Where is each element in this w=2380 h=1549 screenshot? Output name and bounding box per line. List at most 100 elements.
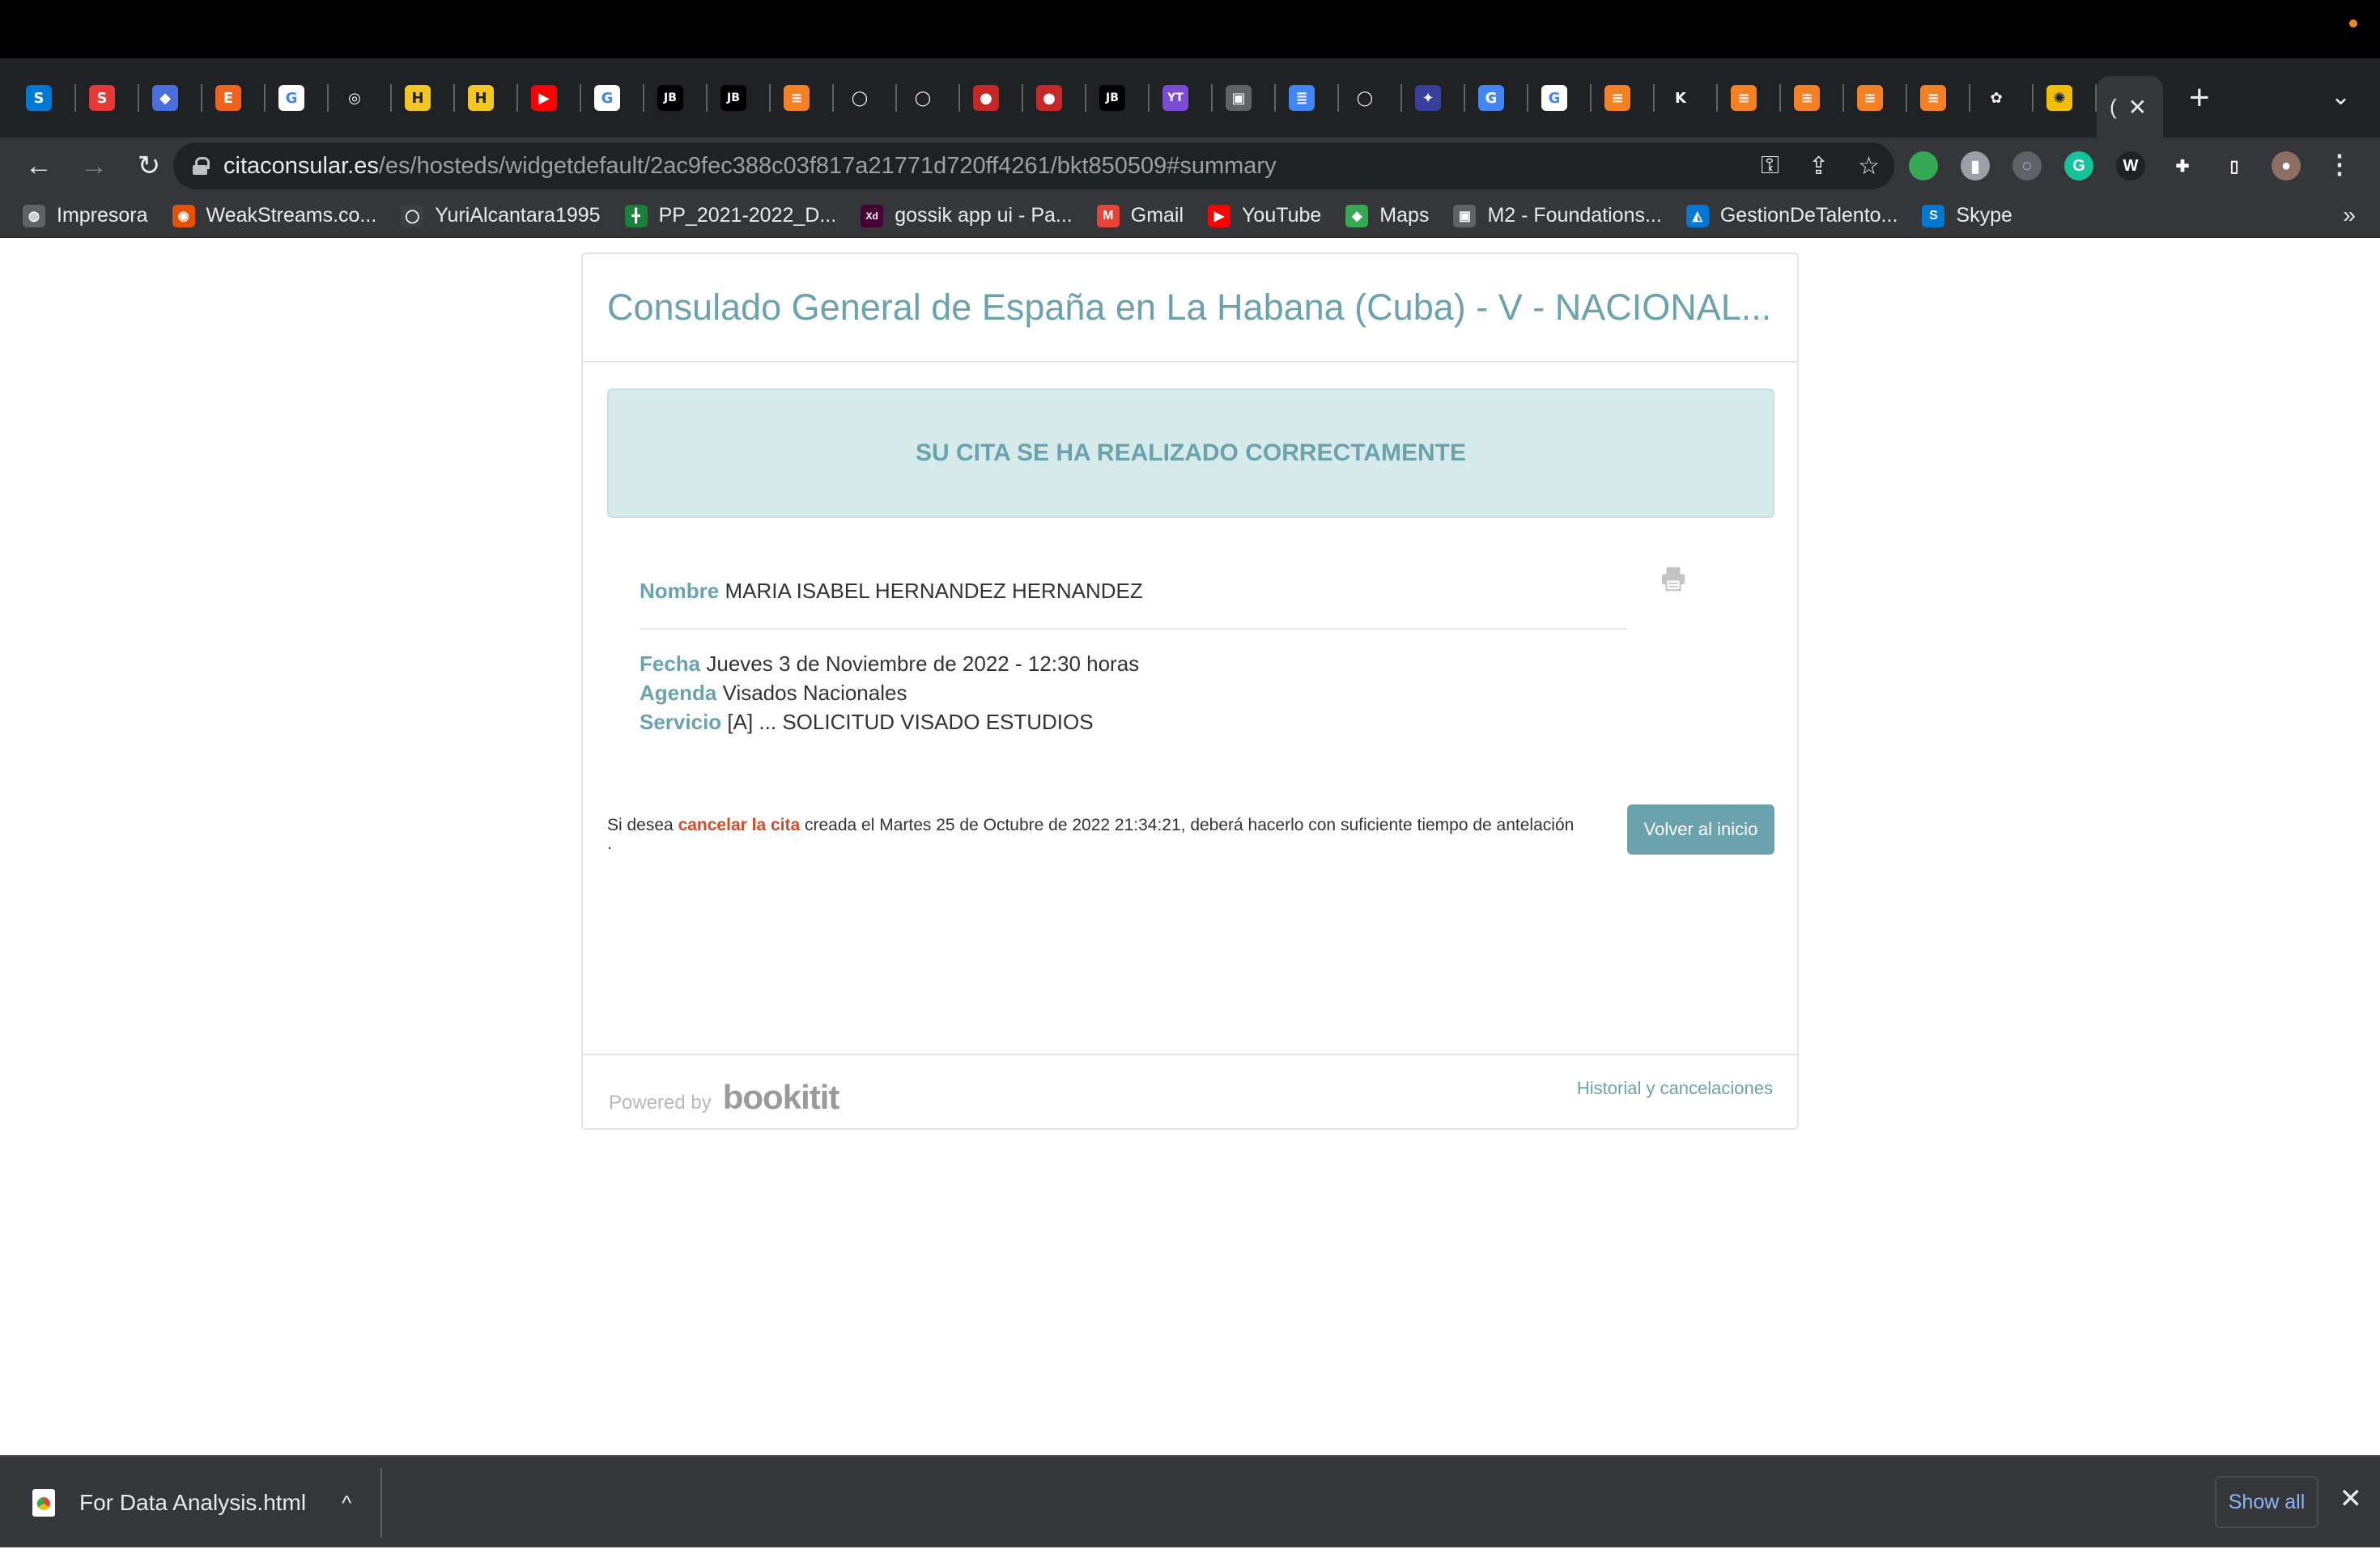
tab-19[interactable]: ▣ [1213, 58, 1276, 138]
historial-cancelaciones-link[interactable]: Historial y cancelaciones [1577, 1078, 1773, 1099]
tab-5[interactable]: ◎ [329, 58, 392, 138]
tab-search-chevron-icon[interactable]: ⌄ [2331, 83, 2351, 111]
tab-10[interactable]: JB [644, 58, 708, 138]
html-file-icon [32, 1489, 55, 1517]
tab-24[interactable]: G [1528, 58, 1592, 138]
puzzle-extensions-icon[interactable]: ✚ [2168, 151, 2197, 180]
azure-icon: ◭ [1685, 204, 1709, 227]
tab-18[interactable]: YT [1150, 58, 1213, 138]
bookmark-item-2[interactable]: ◯ YuriAlcantara1995 [401, 204, 601, 227]
nombre-row: Nombre MARIA ISABEL HERNANDEZ HERNANDEZ [640, 576, 1627, 605]
tab-14[interactable]: ◯ [897, 58, 960, 138]
skype-icon: S [1922, 204, 1945, 227]
tab-20[interactable]: ≣ [1276, 58, 1339, 138]
print-icon[interactable] [1660, 565, 1687, 592]
browser-menu-icon[interactable]: ⋮ [2327, 149, 2352, 180]
tab-4[interactable]: G [266, 58, 329, 138]
google-icon: G [1541, 85, 1567, 111]
green-dot-extension-icon[interactable] [1909, 151, 1938, 180]
fecha-label: Fecha [640, 651, 701, 676]
bookmark-label: YuriAlcantara1995 [435, 204, 601, 227]
bookmark-label: gossik app ui - Pa... [895, 204, 1073, 227]
tab-28[interactable]: ≡ [1781, 58, 1844, 138]
stackoverflow-icon: ≡ [1731, 85, 1757, 111]
grammarly-extension-icon[interactable]: G [2064, 151, 2093, 180]
bookmark-item-4[interactable]: Xd gossik app ui - Pa... [861, 204, 1073, 227]
contact-icon: ▣ [1453, 204, 1477, 227]
bookmark-item-7[interactable]: ◆ Maps [1345, 204, 1429, 227]
sidepanel-icon[interactable]: ▯ [2220, 151, 2249, 180]
cancel-appointment-link[interactable]: cancelar la cita [678, 816, 801, 834]
bookmarks-bar: ◍ Impresora ◉ WeakStreams.co... ◯ YuriAlcanta… [0, 194, 2380, 238]
tab-8[interactable]: ▶ [518, 58, 581, 138]
system-top-bar [0, 0, 2380, 58]
bookmark-item-8[interactable]: ▣ M2 - Foundations... [1453, 204, 1662, 227]
tab-21[interactable]: ◯ [1339, 58, 1402, 138]
close-tab-icon[interactable]: ✕ [2128, 94, 2147, 121]
active-tab[interactable]: ( ✕ [2097, 76, 2163, 138]
bookmarks-overflow-icon[interactable]: » [2343, 202, 2356, 228]
tab-31[interactable]: ✿ [1970, 58, 2034, 138]
sync-extension-icon[interactable]: ◌ [2012, 151, 2042, 180]
bookmark-item-6[interactable]: ▶ YouTube [1208, 204, 1321, 227]
docs-icon: ≣ [1289, 85, 1315, 111]
password-key-icon[interactable]: ⚿ [1761, 152, 1779, 180]
stackoverflow-icon: ≡ [1920, 85, 1946, 111]
tab-16[interactable]: ● [1023, 58, 1086, 138]
chart-extension-icon[interactable]: ▮ [1961, 151, 1990, 180]
diamond-icon: ◆ [152, 85, 178, 111]
show-all-button[interactable]: Show all [2215, 1476, 2318, 1528]
tab-27[interactable]: ≡ [1718, 58, 1781, 138]
powered-by-text: Powered by [609, 1092, 712, 1114]
bookmark-item-0[interactable]: ◍ Impresora [23, 204, 148, 227]
address-bar-actions: ⚿ ⇪ ☆ [1761, 142, 1880, 189]
tab-15[interactable]: ● [960, 58, 1023, 138]
bookitit-logo[interactable]: bookitit [723, 1078, 840, 1117]
tab-29[interactable]: ≡ [1844, 58, 1907, 138]
tab-0[interactable]: S [13, 58, 76, 138]
tab-32[interactable]: ✺ [2034, 58, 2097, 138]
bookmark-item-5[interactable]: M Gmail [1096, 204, 1184, 227]
tab-3[interactable]: E [202, 58, 266, 138]
download-options-chevron-icon[interactable]: ^ [342, 1491, 351, 1516]
tab-11[interactable]: JB [708, 58, 771, 138]
tab-22[interactable]: ✦ [1402, 58, 1465, 138]
record-icon: ● [1036, 85, 1062, 111]
fecha-row: Fecha Jueves 3 de Noviembre de 2022 - 12… [640, 649, 1627, 678]
bookmark-item-1[interactable]: ◉ WeakStreams.co... [172, 204, 376, 227]
address-bar[interactable]: citaconsular.es/es/hosteds/widgetdefault… [173, 142, 1894, 189]
tab-23[interactable]: G [1465, 58, 1528, 138]
youtube-icon: ▶ [531, 85, 557, 111]
bookmark-item-3[interactable]: ╋ PP_2021-2022_D... [624, 204, 836, 227]
tab-9[interactable]: G [581, 58, 644, 138]
reload-button[interactable]: ↻ [126, 143, 172, 189]
tab-26[interactable]: K [1655, 58, 1718, 138]
bookmark-star-icon[interactable]: ☆ [1858, 152, 1880, 180]
servicio-row: Servicio [A] ... SOLICITUD VISADO ESTUDI… [640, 707, 1627, 736]
tab-13[interactable]: ◯ [834, 58, 897, 138]
bookmark-item-10[interactable]: S Skype [1922, 204, 2012, 227]
tab-6[interactable]: H [392, 58, 455, 138]
volver-al-inicio-button[interactable]: Volver al inicio [1627, 804, 1774, 855]
back-button[interactable]: ← [16, 143, 62, 189]
url-text[interactable]: citaconsular.es/es/hosteds/widgetdefault… [223, 153, 1277, 180]
close-download-bar-icon[interactable]: ✕ [2340, 1483, 2363, 1515]
bookmark-label: YouTube [1242, 204, 1322, 227]
tab-25[interactable]: ≡ [1592, 58, 1655, 138]
share-icon[interactable]: ⇪ [1808, 152, 1829, 180]
tab-2[interactable]: ◆ [139, 58, 202, 138]
w-extension-icon[interactable]: W [2116, 151, 2145, 180]
tab-30[interactable]: ≡ [1907, 58, 1970, 138]
widget-footer: Powered by bookitit Historial y cancelac… [583, 1054, 1797, 1128]
bookmark-item-9[interactable]: ◭ GestionDeTalento... [1685, 204, 1898, 227]
tab-17[interactable]: JB [1086, 58, 1150, 138]
tab-1[interactable]: S [76, 58, 139, 138]
tab-12[interactable]: ≡ [771, 58, 834, 138]
k-icon: K [1668, 85, 1694, 111]
tab-7[interactable]: H [455, 58, 518, 138]
forward-button[interactable]: → [71, 143, 117, 189]
new-tab-button[interactable]: + [2189, 78, 2210, 118]
lock-icon[interactable] [193, 157, 210, 175]
profile-avatar-icon[interactable]: ● [2272, 151, 2301, 180]
download-item[interactable]: For Data Analysis.html ^ [32, 1457, 351, 1549]
